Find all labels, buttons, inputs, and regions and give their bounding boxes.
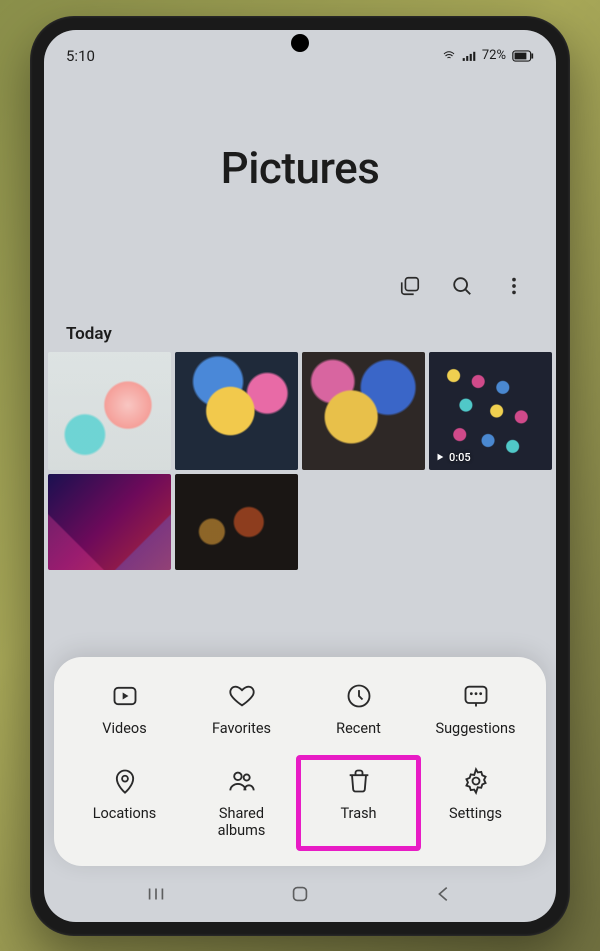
trash-icon (344, 766, 374, 796)
menu-label: Shared albums (218, 806, 266, 839)
gear-icon (461, 766, 491, 796)
nav-back-button[interactable] (428, 878, 460, 910)
menu-label: Trash (340, 806, 376, 823)
screen: 5:10 72% Pictures (44, 30, 556, 922)
nav-recents-button[interactable] (140, 878, 172, 910)
menu-item-suggestions[interactable]: Suggestions (417, 681, 534, 738)
menu-item-settings[interactable]: Settings (417, 766, 534, 839)
heart-icon (227, 681, 257, 711)
statusbar-battery: 72% (482, 48, 506, 63)
people-icon (227, 766, 257, 796)
photo-thumbnail[interactable] (175, 474, 298, 570)
menu-item-shared-albums[interactable]: Shared albums (183, 766, 300, 839)
menu-item-videos[interactable]: Videos (66, 681, 183, 738)
menu-sheet: Videos Favorites Recent Suggestions (54, 657, 546, 865)
menu-item-locations[interactable]: Locations (66, 766, 183, 839)
signal-icon (462, 50, 476, 62)
collections-icon[interactable] (398, 274, 422, 298)
menu-label: Suggestions (435, 721, 515, 738)
thumbnail-row-2 (44, 474, 556, 570)
photo-thumbnail[interactable] (48, 352, 171, 470)
phone-frame: 5:10 72% Pictures (30, 16, 570, 936)
menu-label: Favorites (212, 721, 271, 738)
menu-item-favorites[interactable]: Favorites (183, 681, 300, 738)
video-duration-badge: 0:05 (435, 451, 471, 464)
wifi-icon (442, 50, 456, 62)
menu-item-trash[interactable]: Trash (296, 755, 421, 850)
menu-label: Videos (102, 721, 146, 738)
toolbar (44, 274, 556, 314)
menu-label: Locations (93, 806, 157, 823)
photo-thumbnail[interactable] (302, 352, 425, 470)
page-title: Pictures (44, 72, 556, 274)
more-icon[interactable] (502, 274, 526, 298)
photo-thumbnail[interactable] (48, 474, 171, 570)
section-today-label: Today (44, 314, 556, 352)
menu-item-recent[interactable]: Recent (300, 681, 417, 738)
thumbnail-row: 0:05 (44, 352, 556, 474)
videos-icon (110, 681, 140, 711)
pin-icon (110, 766, 140, 796)
nav-home-button[interactable] (284, 878, 316, 910)
photo-thumbnail[interactable] (175, 352, 298, 470)
statusbar-time: 5:10 (66, 47, 95, 65)
suggestions-icon (461, 681, 491, 711)
clock-icon (344, 681, 374, 711)
camera-punch-hole (291, 34, 309, 52)
menu-label: Recent (336, 721, 381, 738)
battery-icon (512, 50, 534, 62)
video-thumbnail[interactable]: 0:05 (429, 352, 552, 470)
menu-label: Settings (449, 806, 502, 823)
android-navbar (44, 866, 556, 922)
search-icon[interactable] (450, 274, 474, 298)
